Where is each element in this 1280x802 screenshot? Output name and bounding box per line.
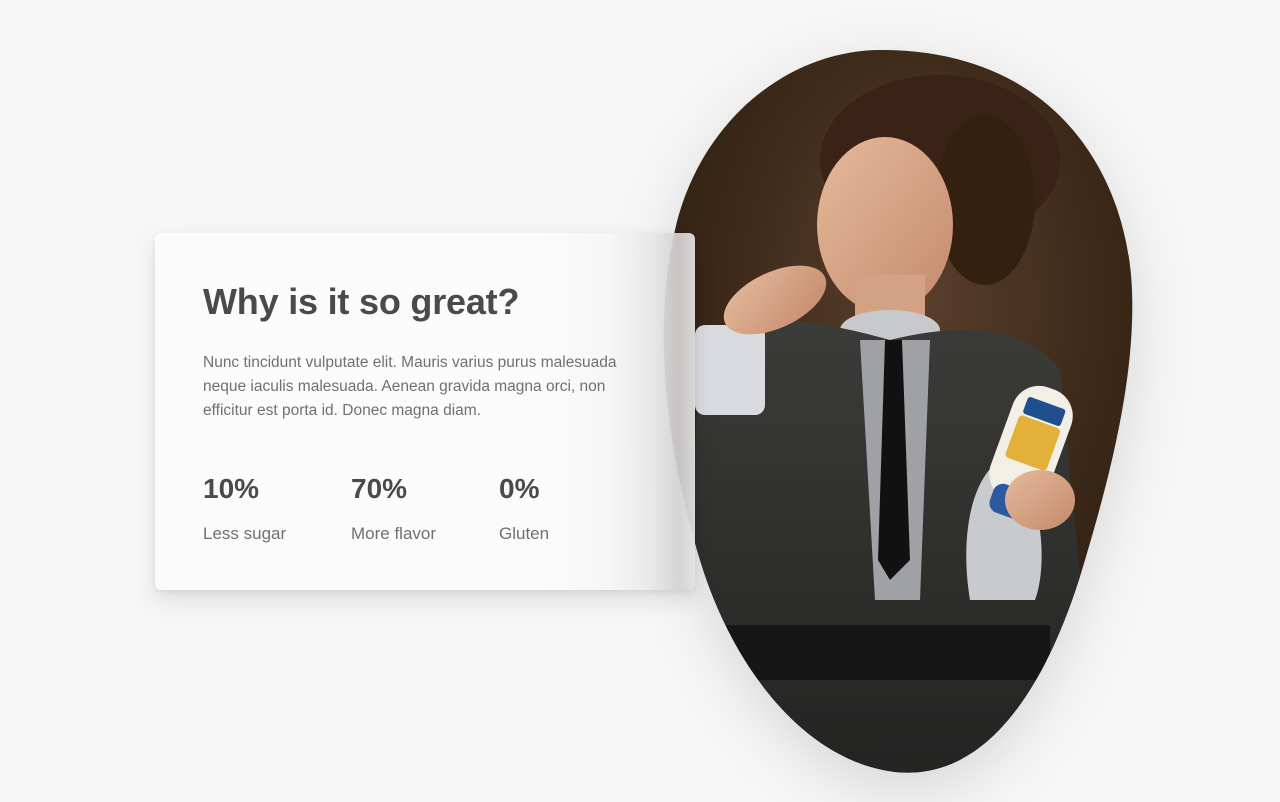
stat-gluten: 0% Gluten [499, 473, 647, 545]
stat-label: Less sugar [203, 524, 287, 543]
stat-value: 70% [351, 473, 408, 504]
blob-photo [640, 40, 1140, 780]
stat-label: Gluten [499, 524, 550, 543]
woman-with-mayonnaise-image [663, 49, 1133, 773]
section-title: Why is it so great? [203, 281, 520, 322]
section-description: Nunc tincidunt vulputate elit. Mauris va… [203, 354, 617, 419]
stats-row: 10% Less sugar 70% More flavor 0% Gluten [203, 473, 647, 545]
stat-more-flavor: 70% More flavor [351, 473, 499, 545]
page: Why is it so great? Nunc tincidunt vulpu… [0, 0, 1280, 802]
stat-label: More flavor [351, 524, 437, 543]
stat-value: 0% [499, 473, 540, 504]
stat-less-sugar: 10% Less sugar [203, 473, 351, 545]
stat-value: 10% [203, 473, 260, 504]
features-card: Why is it so great? Nunc tincidunt vulpu… [155, 233, 695, 590]
